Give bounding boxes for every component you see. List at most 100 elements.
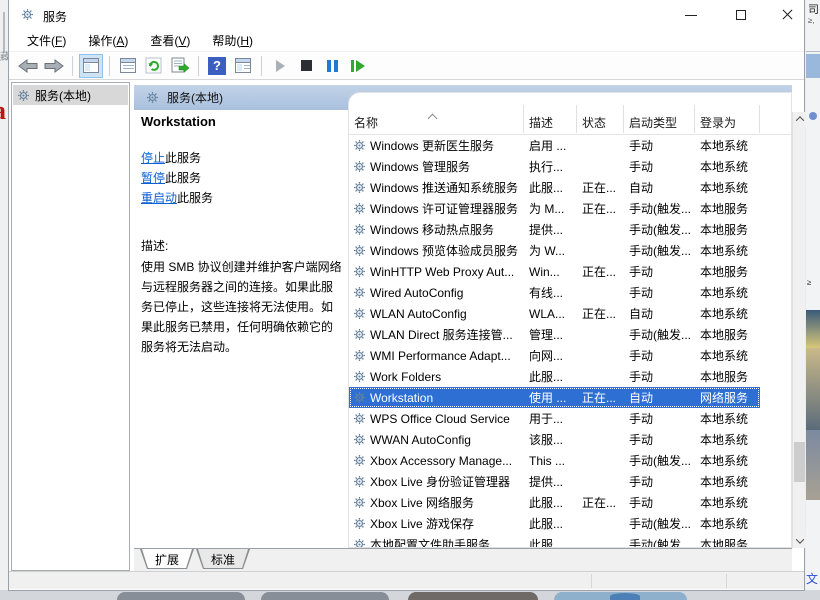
table-row[interactable]: WPS Office Cloud Service用于...手动本地系统: [349, 408, 760, 429]
cell-name: Work Folders: [349, 370, 524, 384]
column-header[interactable]: 启动类型: [624, 110, 695, 134]
column-header[interactable]: 描述: [524, 110, 577, 134]
table-row[interactable]: Xbox Live 游戏保存此服...手动(触发...本地系统: [349, 513, 760, 534]
services-gear-icon: [146, 91, 159, 104]
desktop-text-fragment: a: [0, 96, 6, 126]
cell-name: WMI Performance Adapt...: [349, 349, 524, 363]
table-row[interactable]: 本地配置文件助手服务此服...手动(触发...本地服务: [349, 534, 760, 548]
column-header-label: 状态: [582, 116, 606, 130]
menu-item-h[interactable]: 帮助(H): [212, 32, 253, 49]
service-description: 使用 SMB 协议创建并维护客户端网络与远程服务器之间的连接。如果此服务已停止，…: [141, 257, 343, 357]
column-header-label: 描述: [529, 116, 553, 130]
scrollbar-thumb[interactable]: [794, 442, 805, 482]
menu-mnemonic: H: [240, 34, 249, 48]
show-window-button[interactable]: [231, 54, 255, 78]
column-header[interactable]: 登录为: [695, 110, 760, 134]
cell-startup: 手动(触发...: [624, 452, 695, 469]
table-row[interactable]: Windows 推送通知系统服务此服...正在...自动本地系统: [349, 177, 760, 198]
taskbar-button[interactable]: [261, 592, 389, 600]
menu-item-v[interactable]: 查看(V): [150, 32, 190, 49]
service-gear-icon: [353, 433, 366, 446]
service-name: Xbox Accessory Manage...: [370, 454, 512, 468]
help-button[interactable]: ?: [205, 54, 229, 78]
taskbar-button[interactable]: [408, 592, 538, 600]
cell-desc: 为 W...: [524, 242, 577, 259]
service-gear-icon: [353, 496, 366, 509]
back-button[interactable]: [16, 54, 40, 78]
table-row[interactable]: Windows 管理服务执行...手动本地系统: [349, 156, 760, 177]
cell-desc: 此服...: [524, 494, 577, 511]
tree-item-services-local[interactable]: 服务(本地): [13, 85, 128, 105]
forward-button[interactable]: [42, 54, 66, 78]
desktop-remnant: [806, 54, 820, 78]
table-row[interactable]: Xbox Live 身份验证管理器提供...手动本地系统: [349, 471, 760, 492]
restart-service-button[interactable]: [346, 54, 370, 78]
cell-logon: 本地服务: [695, 263, 760, 280]
cell-logon: 网络服务: [695, 389, 760, 406]
cell-startup: 手动: [624, 347, 695, 364]
cell-name: WPS Office Cloud Service: [349, 412, 524, 426]
refresh-button[interactable]: [142, 54, 166, 78]
service-gear-icon: [353, 391, 366, 404]
pause-service-button[interactable]: [320, 54, 344, 78]
properties-button[interactable]: [116, 54, 140, 78]
cell-desc: This ...: [524, 454, 577, 468]
service-gear-icon: [353, 412, 366, 425]
table-row[interactable]: WMI Performance Adapt...向网...手动本地系统: [349, 345, 760, 366]
restart-icon: [351, 60, 365, 72]
show-console-tree-button[interactable]: [79, 54, 103, 78]
action-link-word[interactable]: 暂停: [141, 171, 165, 185]
table-row[interactable]: WLAN Direct 服务连接管...管理...手动(触发...本地服务: [349, 324, 760, 345]
services-window: 服务 文件(F) 操作(A) 查看(V) 帮助(H): [8, 0, 805, 591]
table-row[interactable]: Workstation使用 ...正在...自动网络服务: [349, 387, 760, 408]
export-list-button[interactable]: [168, 54, 192, 78]
service-action-link[interactable]: 重启动此服务: [141, 188, 213, 208]
action-link-word[interactable]: 停止: [141, 151, 165, 165]
table-row[interactable]: WLAN AutoConfigWLA...正在...自动本地系统: [349, 303, 760, 324]
table-row[interactable]: Windows 更新医生服务启用 ...手动本地系统: [349, 135, 760, 156]
column-header[interactable]: 名称: [349, 110, 524, 134]
menu-item-a[interactable]: 操作(A): [88, 32, 128, 49]
service-action-link[interactable]: 暂停此服务: [141, 168, 213, 188]
close-button[interactable]: [767, 0, 807, 30]
console-tree-icon: [83, 58, 99, 73]
column-header-label: 名称: [354, 116, 378, 130]
table-row[interactable]: Xbox Live 网络服务此服...正在...手动本地系统: [349, 492, 760, 513]
table-row[interactable]: Windows 许可证管理器服务为 M...正在...手动(触发...本地服务: [349, 198, 760, 219]
service-gear-icon: [353, 160, 366, 173]
cell-name: Xbox Live 网络服务: [349, 494, 524, 511]
table-row[interactable]: Wired AutoConfig有线...手动本地系统: [349, 282, 760, 303]
table-row[interactable]: Windows 预览体验成员服务为 W...手动(触发...本地系统: [349, 240, 760, 261]
desktop-remnant: [3, 12, 5, 52]
cell-name: Xbox Live 游戏保存: [349, 515, 524, 532]
pane-header-label: 服务(本地): [167, 89, 223, 106]
column-header[interactable]: 状态: [577, 110, 624, 134]
service-name: Windows 推送通知系统服务: [370, 179, 518, 196]
view-tab-standard[interactable]: 标准: [196, 549, 250, 569]
scroll-down-button[interactable]: [793, 534, 806, 548]
cell-name: Windows 推送通知系统服务: [349, 179, 524, 196]
service-action-link[interactable]: 停止此服务: [141, 148, 213, 168]
maximize-button[interactable]: [721, 0, 761, 30]
vertical-scrollbar[interactable]: [792, 112, 805, 548]
table-row[interactable]: Windows 移动热点服务提供...手动(触发...本地服务: [349, 219, 760, 240]
start-service-button[interactable]: [268, 54, 292, 78]
table-row[interactable]: Work Folders此服...手动本地服务: [349, 366, 760, 387]
taskbar-button[interactable]: [117, 592, 245, 600]
table-row[interactable]: WinHTTP Web Proxy Aut...Win...正在...手动本地服…: [349, 261, 760, 282]
table-row[interactable]: Xbox Accessory Manage... This ... 手动(触发...…: [349, 450, 760, 471]
table-row[interactable]: WWAN AutoConfig该服...手动本地系统: [349, 429, 760, 450]
cell-name: Xbox Live 身份验证管理器: [349, 473, 524, 490]
title-bar[interactable]: 服务: [9, 0, 804, 30]
cell-desc: 提供...: [524, 221, 577, 238]
menu-item-f[interactable]: 文件(F): [27, 32, 66, 49]
desktop-text-fragment: 文: [806, 570, 818, 587]
minimize-button[interactable]: [671, 0, 711, 30]
cell-name: Windows 预览体验成员服务: [349, 242, 524, 259]
stop-service-button[interactable]: [294, 54, 318, 78]
view-tab-extended[interactable]: 扩展: [140, 549, 194, 569]
extended-info-panel: Workstation 停止此服务暂停此服务重启动此服务 描述: 使用 SMB …: [134, 110, 348, 548]
scroll-up-button[interactable]: [793, 112, 806, 126]
action-link-word[interactable]: 重启动: [141, 191, 177, 205]
cell-startup: 手动: [624, 494, 695, 511]
